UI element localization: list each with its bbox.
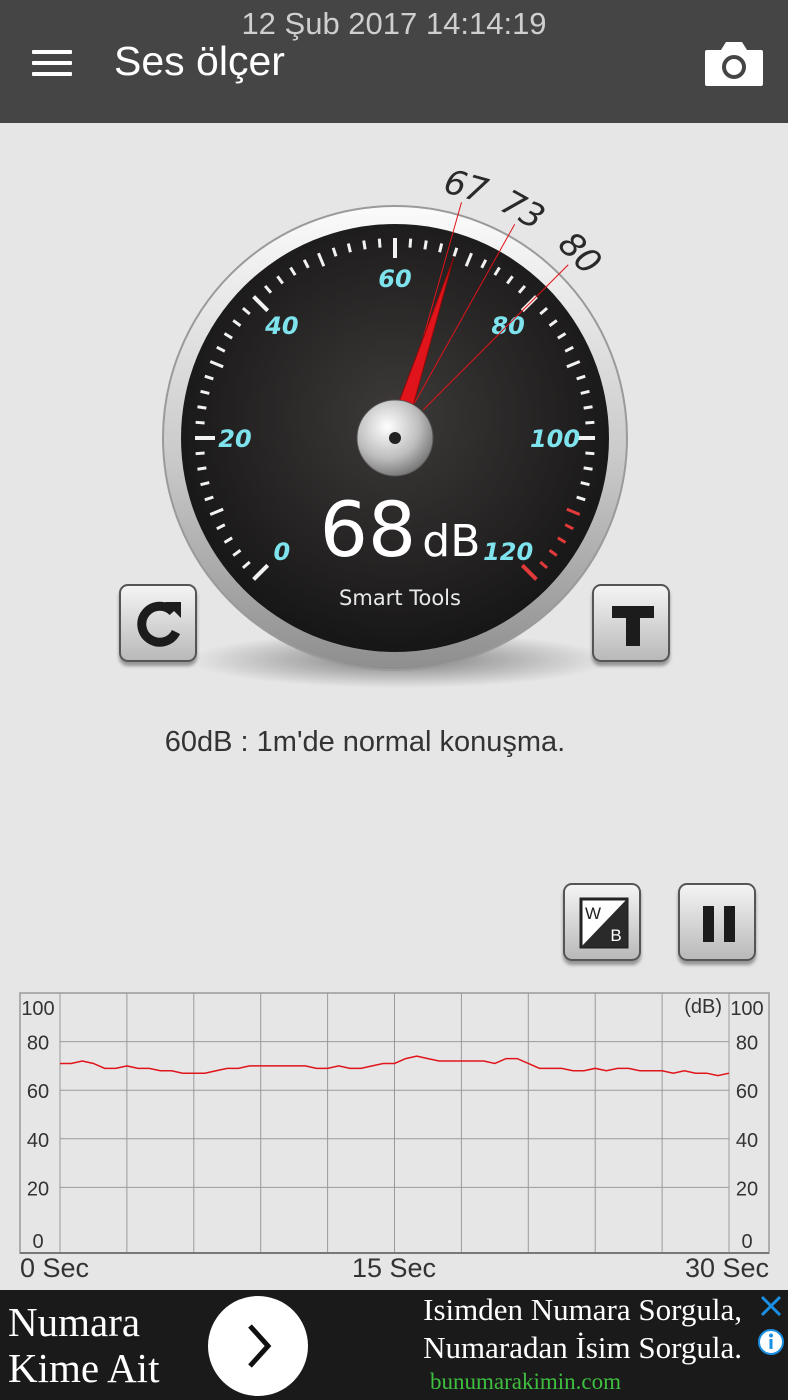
gauge-tick	[362, 240, 367, 250]
gauge-tick	[583, 405, 593, 410]
chart-ytick-left: 0	[32, 1231, 43, 1253]
gauge-tick	[195, 451, 205, 456]
chart-ytick-right: 40	[736, 1130, 758, 1152]
menu-icon[interactable]	[28, 46, 76, 80]
ad-banner[interactable]: Numara Kime Ait Isimden Numara Sorgula, …	[0, 1290, 788, 1400]
chart-xtick: 0 Sec	[20, 1253, 89, 1283]
white-black-toggle-button[interactable]: W B	[563, 883, 641, 961]
camera-icon[interactable]	[703, 40, 765, 88]
ad-url[interactable]: bunumarakimin.com	[430, 1369, 621, 1395]
brand-label: Smart Tools	[339, 586, 461, 610]
chart-ytick-left: 40	[27, 1130, 49, 1152]
gauge-marker-label: 73	[494, 182, 551, 238]
ad-left-line-2: Kime Ait	[8, 1345, 160, 1391]
page-title: Ses ölçer	[114, 38, 285, 84]
chart-unit-label: (dB)	[684, 996, 722, 1018]
ad-arrow-button[interactable]	[208, 1296, 308, 1396]
gauge-scale-label: 80	[491, 312, 524, 340]
gauge-tick	[195, 420, 205, 425]
info-icon[interactable]	[757, 1328, 785, 1356]
wb-letter-b: B	[610, 926, 621, 945]
gauge-scale-label: 20	[218, 425, 251, 453]
reset-button[interactable]	[119, 584, 197, 662]
gauge-dial: 020406080100120 67 7380	[162, 162, 628, 688]
gauge-tick	[197, 405, 207, 410]
gauge-tick	[377, 238, 382, 248]
gauge-marker-label: 67	[440, 162, 493, 212]
db-readout: 68 dB	[140, 485, 660, 574]
refresh-icon	[137, 601, 181, 647]
chart-ytick-right: 20	[736, 1178, 758, 1200]
chart-ytick-left: 80	[27, 1033, 49, 1055]
sound-meter-gauge: 0 20 40 60 80 100 120 67 73 80 68 dB Smart Tools	[140, 160, 660, 700]
db-value: 68	[319, 485, 417, 574]
chart-ytick-right: 80	[736, 1033, 758, 1055]
chart-xtick: 30 Sec	[685, 1253, 769, 1283]
chart-ytick-right: 60	[736, 1081, 758, 1103]
chevron-right-icon	[248, 1324, 272, 1368]
history-chart: 100 80 60 40 20 0 100 80 60 40 20 0 0 Sec 15 Sec 30 S…	[19, 992, 770, 1283]
chart-ytick-left: 60	[27, 1081, 49, 1103]
gauge-tick	[583, 466, 593, 471]
gauge-tick	[585, 451, 595, 456]
chart-ytick-right: 100	[730, 998, 763, 1020]
gauge-scale-label: 100	[530, 425, 580, 453]
chart-ytick-left: 100	[21, 998, 54, 1020]
chart-ytick-right: 0	[741, 1231, 752, 1253]
app-bar: 12 Şub 2017 14:14:19 Ses ölçer	[0, 0, 788, 123]
white-black-icon: W B	[579, 897, 629, 949]
gauge-tick	[580, 389, 590, 395]
gauge-tick	[408, 238, 413, 248]
wb-letter-w: W	[585, 904, 601, 923]
pause-icon	[703, 906, 735, 942]
gauge-scale-label: 40	[264, 312, 298, 340]
ad-left-line-1: Numara	[8, 1299, 141, 1345]
text-t-icon	[612, 606, 654, 646]
close-icon[interactable]	[757, 1292, 785, 1320]
gauge-tick	[200, 389, 210, 395]
ad-right-line-2: Numaradan İsim Sorgula.	[423, 1330, 742, 1365]
pause-button[interactable]	[678, 883, 756, 961]
status-datetime: 12 Şub 2017 14:14:19	[241, 6, 547, 41]
gauge-tick	[197, 466, 207, 471]
gauge-tick	[346, 243, 352, 253]
db-unit: dB	[422, 516, 481, 567]
ad-right-line-1: Isimden Numara Sorgula,	[423, 1292, 742, 1327]
chart-xtick: 15 Sec	[352, 1253, 436, 1283]
gauge-tick	[585, 420, 595, 425]
text-mode-button[interactable]	[592, 584, 670, 662]
gauge-scale-label: 60	[378, 265, 411, 293]
gauge-tick	[438, 243, 444, 253]
info-text: 60dB : 1m'de normal konuşma.	[164, 726, 566, 758]
chart-ytick-left: 20	[27, 1178, 49, 1200]
gauge-tick	[423, 240, 428, 250]
